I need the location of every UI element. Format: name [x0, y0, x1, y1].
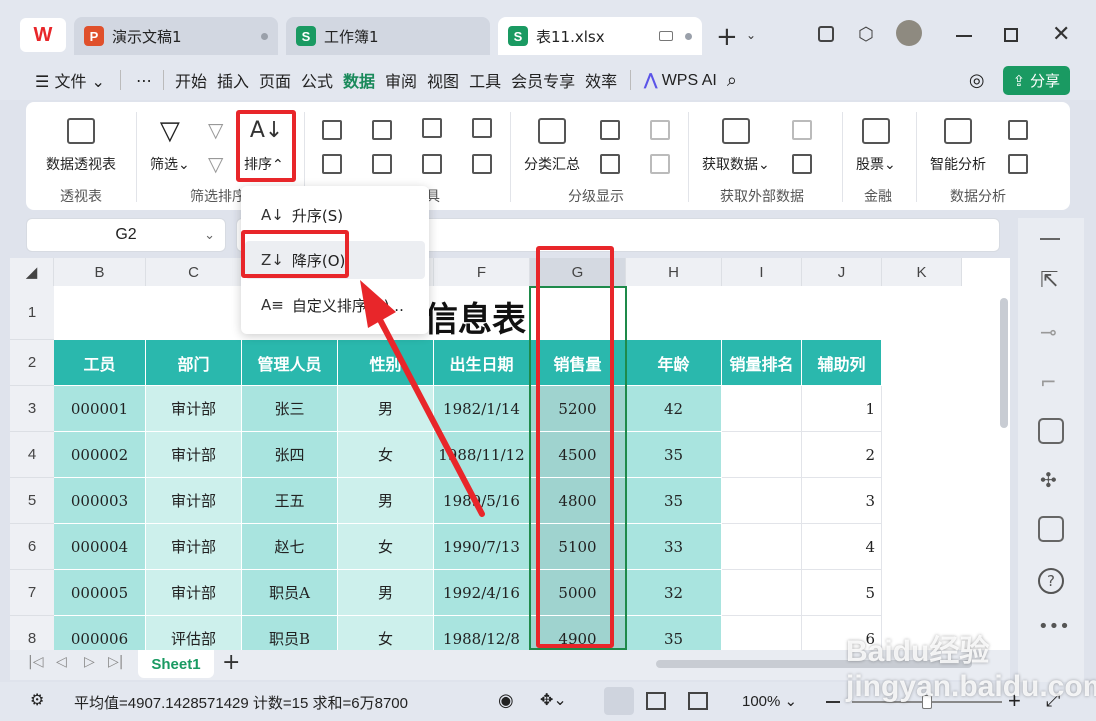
watermark: Baidu经验 jingyan.baidu.com: [846, 635, 1096, 703]
annotation-arrow: [360, 280, 485, 517]
